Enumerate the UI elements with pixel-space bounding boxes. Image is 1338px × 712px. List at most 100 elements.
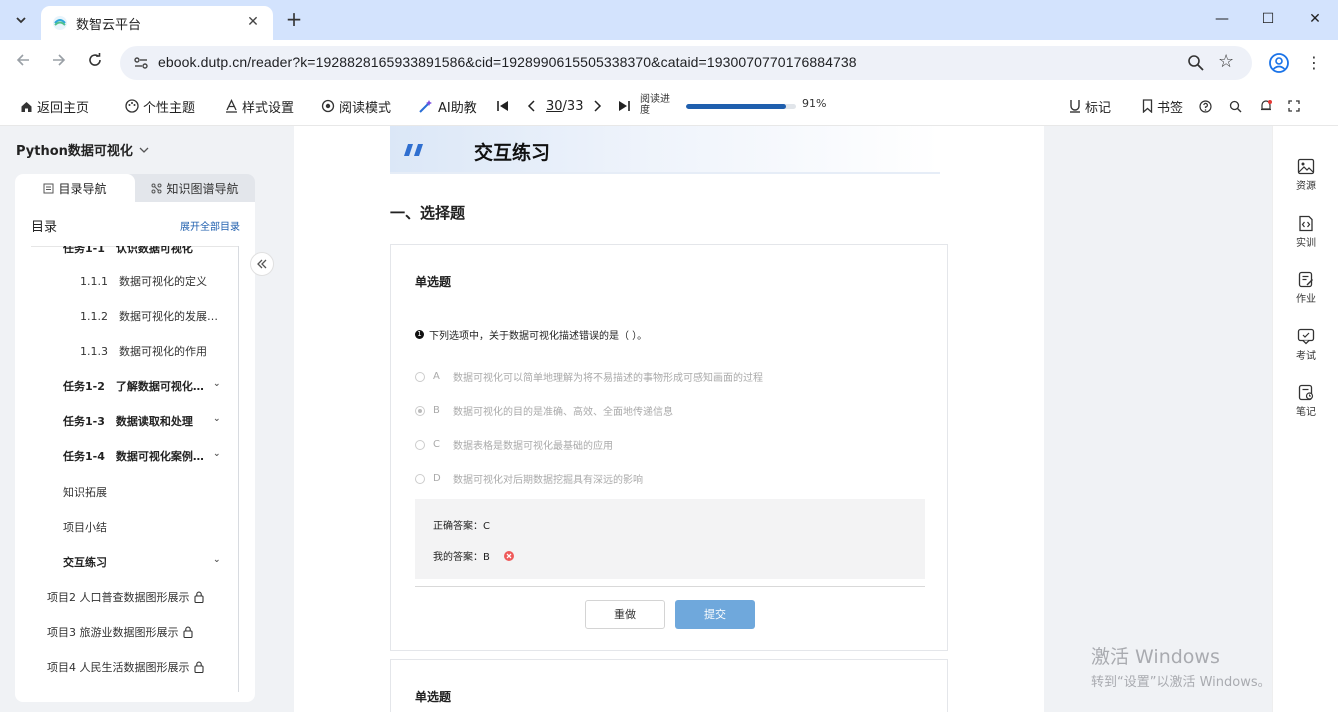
toc-sidebar: Python数据可视化 目录导航 知识图谱导航 目录 展开全部目录 任务1-1 … [0,126,294,712]
toc-item[interactable]: 任务1-4 数据可视化案例… ⌄ [63,448,255,464]
notification-button[interactable] [1259,97,1273,115]
question-text: 下列选项中，关于数据可视化描述错误的是（ ）。 [429,331,648,342]
browser-addressbar: ebook.dutp.cn/reader?k=19288281659338915… [0,40,1338,86]
help-icon [1199,99,1212,113]
radio-button[interactable] [415,439,425,450]
option-c[interactable]: C 数据表格是数据可视化最基础的应用 [415,437,613,452]
tab-toc[interactable]: 目录导航 [15,174,135,202]
question-type: 单选题 [415,275,452,289]
section-banner: 交互练习 [390,126,940,174]
first-page-icon[interactable] [496,99,510,113]
toc-item[interactable]: 任务1-2 了解数据可视化… ⌄ [63,378,255,394]
toc-scrollbar[interactable] [238,246,239,692]
tab-close-icon[interactable]: ✕ [243,12,263,32]
toc-item[interactable]: 任务1-3 数据读取和处理 ⌄ [63,413,255,429]
forward-button[interactable] [48,52,70,74]
prev-page-icon[interactable] [520,99,542,113]
chevron-down-icon [139,147,149,153]
option-d[interactable]: D 数据可视化对后期数据挖掘具有深远的影响 [415,471,643,486]
redo-button[interactable]: 重做 [585,600,665,629]
radio-button[interactable] [415,473,425,484]
zoom-icon[interactable] [1186,53,1206,73]
toc-item[interactable]: 项目小结 [63,519,107,535]
bookmark-button[interactable]: 书签 [1142,97,1183,116]
toc-heading: 目录 [31,220,58,235]
current-page[interactable]: 30 [546,99,563,114]
back-button[interactable] [12,52,34,74]
rail-exam[interactable]: 考试 [1273,328,1338,362]
ai-assistant-button[interactable]: AI助教 [418,97,477,116]
windows-activation-watermark: 激活 Windows 转到“设置”以激活 Windows。 [1091,642,1271,690]
question-stem: 1 下列选项中，关于数据可视化描述错误的是（ ）。 [415,327,647,342]
help-button[interactable] [1199,97,1212,115]
toc-item-locked[interactable]: 项目4 人民生活数据图形展示 [47,659,204,675]
card-divider [415,586,925,587]
option-b[interactable]: B 数据可视化的目的是准确、高效、全面地传递信息 [415,403,673,418]
last-page-icon[interactable] [617,99,631,113]
wrong-answer-icon [503,550,514,561]
reload-button[interactable] [84,52,106,74]
radio-button[interactable] [415,371,425,382]
read-mode-button[interactable]: 阅读模式 [321,97,391,116]
question-card: 单选题 1 下列选项中，关于数据可视化描述错误的是（ ）。 A 数据可视化可以简… [390,244,948,651]
tab-title: 数智云平台 [76,18,142,33]
browser-menu-icon[interactable]: ⋮ [1306,52,1322,74]
chevron-down-icon: ⌄ [213,414,221,424]
tab-search-button[interactable] [8,7,34,33]
fullscreen-button[interactable] [1288,97,1300,115]
chevron-down-icon [16,17,26,24]
browser-tabstrip: 数智云平台 ✕ + — ☐ ✕ [0,0,1338,40]
url-text[interactable]: ebook.dutp.cn/reader?k=19288281659338915… [158,54,857,70]
expand-all-link[interactable]: 展开全部目录 [180,218,240,233]
rail-notes[interactable]: 笔记 [1273,384,1338,418]
toc-item-locked[interactable]: 项目2 人口普查数据图形展示 [47,589,204,605]
correct-answer: 正确答案：C [433,521,490,532]
submit-button[interactable]: 提交 [675,600,755,629]
maximize-button[interactable]: ☐ [1257,8,1279,30]
rail-resources[interactable]: 资源 [1273,158,1338,192]
site-favicon-icon [53,16,67,30]
toc-item[interactable]: 任务1-1 认识数据可视化 [63,246,193,256]
radio-button-selected[interactable] [415,405,425,416]
toc-item-locked[interactable]: 项目3 旅游业数据图形展示 [47,624,193,640]
answer-panel: 正确答案：C 我的答案：B [415,499,925,579]
profile-icon[interactable] [1268,52,1290,74]
sidebar-tabs: 目录导航 知识图谱导航 [15,174,255,202]
home-button[interactable]: 返回主页 [20,97,89,116]
page-margin-area [1044,126,1272,712]
watermark-line2: 转到“设置”以激活 Windows。 [1091,675,1271,690]
toc-item[interactable]: 1.1.2 数据可视化的发展… [80,308,218,324]
theme-button[interactable]: 个性主题 [125,97,195,116]
banner-stripes-icon [404,144,423,156]
toc-panel: 目录 展开全部目录 任务1-1 认识数据可视化 1.1.1 数据可视化的定义 1… [15,202,255,702]
style-settings-button[interactable]: 样式设置 [225,97,294,116]
right-tool-rail: 资源 实训 作业 考试 笔记 [1272,126,1338,712]
toc-item[interactable]: 1.1.1 数据可视化的定义 [80,273,207,289]
next-page-icon[interactable] [587,99,609,113]
underline-icon [1070,100,1080,113]
progress-fill [686,104,787,109]
bookmark-star-icon[interactable]: ☆ [1218,51,1234,72]
option-a[interactable]: A 数据可视化可以简单地理解为将不易描述的事物形成可感知画面的过程 [415,369,763,384]
tab-knowledge-graph[interactable]: 知识图谱导航 [135,174,255,202]
question-type: 单选题 [415,690,452,704]
browser-tab[interactable]: 数智云平台 ✕ [41,6,273,40]
toc-item-active[interactable]: 交互练习 ⌄ [63,554,255,570]
toc-item[interactable]: 1.1.3 数据可视化的作用 [80,343,207,359]
collapse-sidebar-button[interactable] [250,252,274,276]
rail-homework[interactable]: 作业 [1273,271,1338,305]
book-title-dropdown[interactable]: Python数据可视化 [16,140,149,159]
list-icon [43,183,54,193]
minimize-button[interactable]: — [1211,8,1233,30]
double-chevron-left-icon [257,259,267,269]
url-omnibox[interactable]: ebook.dutp.cn/reader?k=19288281659338915… [120,46,1252,80]
watermark-line1: 激活 Windows [1091,646,1220,668]
rail-training[interactable]: 实训 [1273,215,1338,249]
lock-icon [193,661,204,673]
toc-item[interactable]: 知识拓展 [63,484,107,500]
lock-icon [193,591,204,603]
search-button[interactable] [1229,97,1242,115]
close-window-button[interactable]: ✕ [1304,8,1326,30]
new-tab-button[interactable]: + [283,7,305,31]
mark-button[interactable]: 标记 [1069,97,1111,116]
